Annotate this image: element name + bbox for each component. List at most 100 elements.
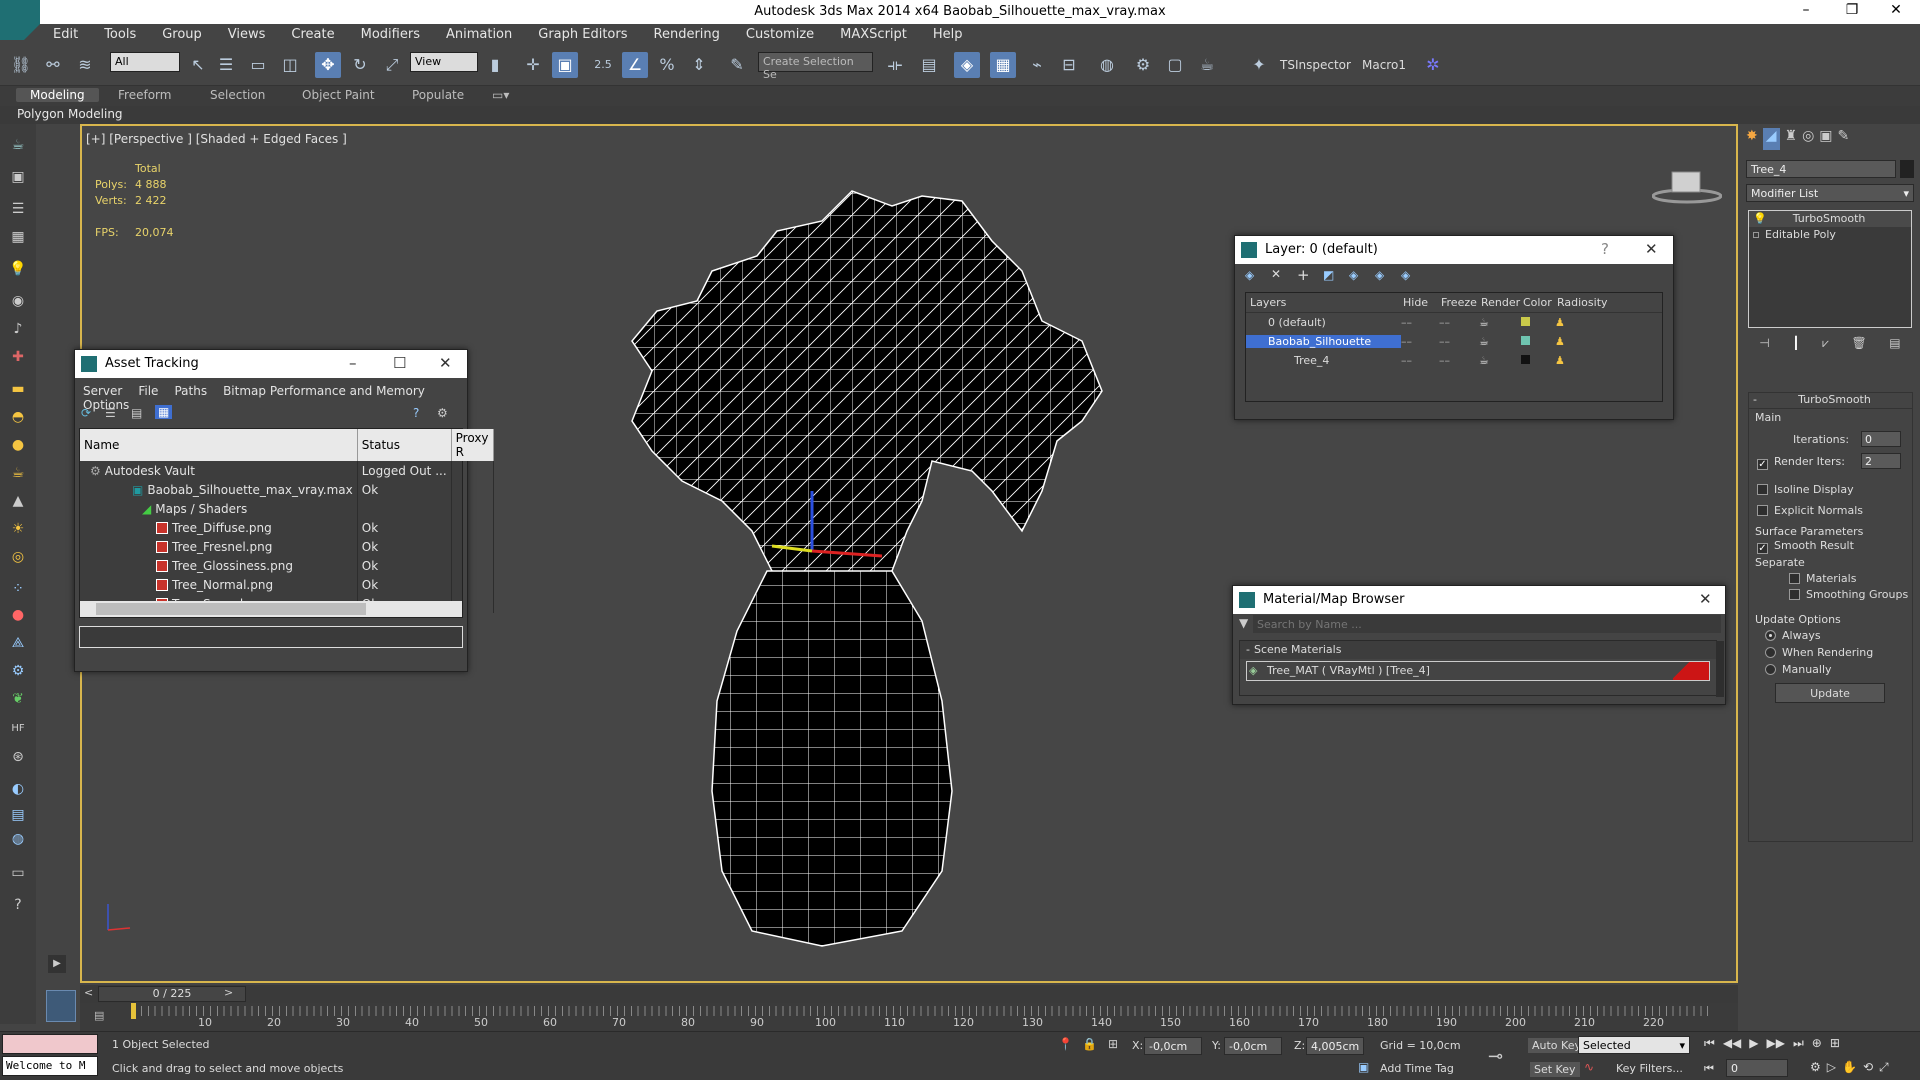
menu-create[interactable]: Create <box>278 24 347 42</box>
render-iters-spinner[interactable]: 2 <box>1861 453 1901 469</box>
smoothing-groups-row[interactable]: Smoothing Groups <box>1789 588 1908 601</box>
col-proxy[interactable]: Proxy R <box>451 429 494 461</box>
table-row[interactable]: Tree_Fresnel.png Ok <box>80 537 494 556</box>
menu-rendering[interactable]: Rendering <box>641 24 733 42</box>
table-row[interactable]: ⚙ Autodesk Vault Logged Out ... <box>80 461 494 480</box>
list-view-icon[interactable]: ☰ <box>105 406 116 420</box>
foliage-icon[interactable]: ❦ <box>7 688 29 710</box>
current-frame-field[interactable]: 0 <box>1726 1059 1788 1077</box>
material-browser-titlebar[interactable]: Material/Map Browser ✕ <box>1233 586 1725 614</box>
layer-window-titlebar[interactable]: Layer: 0 (default) ? ✕ <box>1235 236 1673 264</box>
material-editor-icon[interactable]: ◍ <box>1094 52 1120 78</box>
maxscript-listener-field[interactable]: Welcome to M <box>2 1056 98 1076</box>
maximize-icon[interactable]: ☐ <box>393 354 406 372</box>
menu-maxscript[interactable]: MAXScript <box>827 24 920 42</box>
isoline-row[interactable]: Isoline Display <box>1757 483 1854 496</box>
pin-stack-icon[interactable]: ⊣ <box>1759 336 1769 354</box>
asset-tracking-titlebar[interactable]: Asset Tracking – ☐ ✕ <box>75 350 467 378</box>
edit-named-selection-icon[interactable]: ✎ <box>724 52 750 78</box>
material-list-scrollbar[interactable] <box>1716 641 1724 697</box>
table-view-icon[interactable]: ▦ <box>155 405 173 419</box>
select-rotate-icon[interactable]: ↻ <box>347 52 373 78</box>
time-slider[interactable]: < 0 / 225 > <box>80 985 1738 1003</box>
goto-end-icon[interactable]: ⏭ <box>1793 1036 1804 1054</box>
menu-graph-editors[interactable]: Graph Editors <box>525 24 640 42</box>
close-icon[interactable]: ✕ <box>1645 240 1658 258</box>
next-key-icon[interactable]: ▶▶ <box>1767 1036 1785 1054</box>
field-of-view-icon[interactable]: ▷ <box>1827 1060 1836 1078</box>
detail-view-icon[interactable]: ▤ <box>131 406 142 420</box>
lock-selection-icon[interactable]: 🔒 <box>1082 1037 1097 1051</box>
dynamics-icon[interactable]: ● <box>7 604 29 626</box>
teapot-icon[interactable]: ☕ <box>7 134 29 156</box>
tsinspector-button[interactable]: TSInspector <box>1280 58 1351 72</box>
smooth-result-row[interactable]: ✓ Smooth Result <box>1757 539 1854 554</box>
spinner-snap-icon[interactable]: ⇕ <box>686 52 712 78</box>
menu-help[interactable]: Help <box>920 24 976 42</box>
help-icon[interactable]: ? <box>413 406 419 420</box>
bind-spacewarp-icon[interactable]: ≋ <box>72 52 98 78</box>
render-iters-row[interactable]: ✓ Render Iters: <box>1757 455 1845 470</box>
sphere-icon[interactable]: ● <box>7 434 29 456</box>
link-icon[interactable]: ⛓ <box>8 52 34 78</box>
maximize-viewport-icon[interactable]: ⤢ <box>1879 1060 1889 1078</box>
rect-selection-icon[interactable]: ▭ <box>245 52 271 78</box>
layer-color-swatch[interactable] <box>1521 355 1530 364</box>
y-coord-field[interactable]: -0,0cm <box>1224 1037 1282 1055</box>
asset-path-field[interactable] <box>79 626 463 648</box>
tree-wireframe-model[interactable] <box>522 171 1142 951</box>
rollout-header[interactable]: - TurboSmooth <box>1749 393 1912 409</box>
key-icon[interactable]: ⊸ <box>1488 1046 1503 1067</box>
select-object-icon[interactable]: ↖ <box>185 52 211 78</box>
named-selection-set-dropdown[interactable]: Create Selection Se <box>758 52 873 81</box>
schematic-view-icon[interactable]: ⊟ <box>1056 52 1082 78</box>
sun-icon[interactable]: ☀ <box>7 518 29 540</box>
smooth-result-checkbox[interactable]: ✓ <box>1757 543 1768 554</box>
graphite-ribbon-icon[interactable]: ▦ <box>990 52 1016 78</box>
angle-snap-icon[interactable]: ∠ <box>622 52 648 78</box>
tab-object-paint[interactable]: Object Paint <box>302 88 375 102</box>
vray-frame-icon[interactable]: ◍ <box>7 828 29 850</box>
refresh-icon[interactable]: ⟳ <box>81 406 91 420</box>
mini-listener-icon[interactable] <box>46 990 76 1022</box>
menu-animation[interactable]: Animation <box>433 24 525 42</box>
configure-sets-icon[interactable]: ▤ <box>1889 336 1900 354</box>
modify-tab-icon[interactable]: ◢ <box>1762 128 1780 150</box>
menu-group[interactable]: Group <box>149 24 215 42</box>
pan-icon[interactable]: ✋ <box>1842 1060 1857 1078</box>
highlight-layer-icon[interactable]: ◈ <box>1349 268 1358 282</box>
collapse-icon[interactable]: - <box>1246 643 1250 656</box>
rendered-frame-window-icon[interactable]: ▢ <box>1162 52 1188 78</box>
next-frame-icon[interactable]: > <box>224 986 233 999</box>
gamepad-icon[interactable]: ✚ <box>7 346 29 368</box>
strip-expand-icon[interactable]: ▶ <box>48 955 66 973</box>
always-radio[interactable] <box>1765 630 1776 641</box>
materials-row[interactable]: Materials <box>1789 572 1856 585</box>
menu-modifiers[interactable]: Modifiers <box>348 24 433 42</box>
materials-checkbox[interactable] <box>1789 573 1800 584</box>
restore-icon[interactable]: ❐ <box>1832 2 1872 22</box>
col-hide[interactable]: Hide <box>1401 293 1439 312</box>
radiosity-icon[interactable]: ♟ <box>1555 335 1605 348</box>
curve-editor-icon[interactable]: ⌁ <box>1024 52 1050 78</box>
z-coord-field[interactable]: 4,005cm <box>1306 1037 1364 1055</box>
tab-selection[interactable]: Selection <box>210 88 265 102</box>
zoom-icon[interactable]: ⊕ <box>1812 1036 1822 1054</box>
show-end-result-icon[interactable]: ┃ <box>1792 336 1799 354</box>
iterations-spinner[interactable]: 0 <box>1861 431 1901 447</box>
freeze-toggle[interactable]: –– <box>1439 316 1479 329</box>
mirror-icon[interactable]: ⟛ <box>882 52 908 78</box>
minimize-icon[interactable]: – <box>1786 2 1826 22</box>
render-toggle-icon[interactable]: ☕ <box>1479 354 1521 367</box>
make-unique-icon[interactable]: ⩗ <box>1822 336 1829 354</box>
col-layers[interactable]: Layers <box>1246 293 1401 312</box>
create-layer-icon[interactable]: ◈ <box>1245 268 1254 282</box>
close-icon[interactable]: ✕ <box>1876 2 1916 22</box>
layer-manager-icon[interactable]: ◈ <box>954 52 980 78</box>
extra-tool-icon[interactable]: ✲ <box>1420 52 1446 78</box>
material-search-input[interactable] <box>1253 615 1721 633</box>
sphere-gold-icon[interactable]: ◎ <box>7 546 29 568</box>
always-row[interactable]: Always <box>1765 629 1821 642</box>
remove-modifier-icon[interactable]: 🗑 <box>1851 336 1866 354</box>
percent-snap-icon[interactable]: % <box>654 52 680 78</box>
